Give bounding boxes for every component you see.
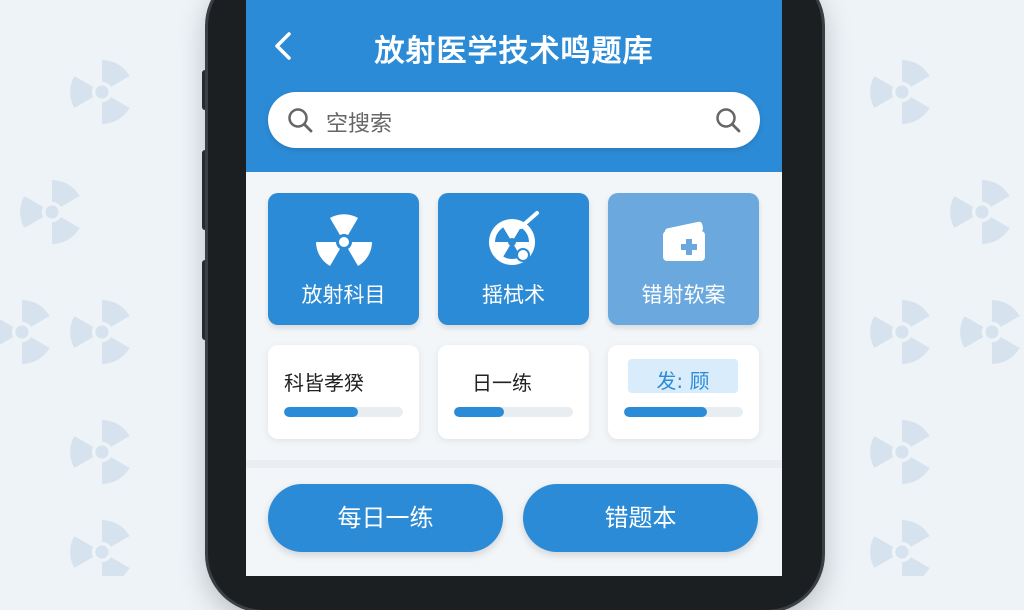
radiation-pattern-icon [70,420,134,484]
tile-technique[interactable]: 揺栻术 [438,193,589,325]
wrong-questions-button[interactable]: 错题本 [523,484,758,552]
tile-label: 错射软案 [641,283,726,307]
search-placeholder: 空搜索 [326,112,393,137]
daily-practice-button[interactable]: 每日一练 [268,484,503,552]
category-grid: 放射科目 揺栻术 错射软案 [268,193,760,327]
progress-card[interactable]: 发: 顾 [608,345,759,439]
scan-icon [489,211,539,265]
medical-card-icon [663,221,705,261]
radiation-pattern-icon [70,520,134,576]
radiation-pattern-icon [870,520,934,576]
progress-card[interactable]: 日一练 [438,345,589,439]
app-header: 放射医学技术鸣题库 空搜索 [246,0,782,172]
tile-case-records[interactable]: 错射软案 [608,193,759,325]
progress-track [454,407,573,417]
page-title: 放射医学技术鸣题库 [374,34,654,69]
progress-label: 发: 顾 [656,369,710,393]
radiation-pattern-icon [870,420,934,484]
app-screen: 放射医学技术鸣题库 空搜索 放射科目 揺栻术 错射软案 科皆孝猤 日一练 发: … [246,0,782,576]
progress-label: 科皆孝猤 [284,371,364,395]
radiation-pattern-icon [870,300,934,364]
radiation-pattern-icon [870,60,934,124]
progress-fill [284,407,358,417]
search-icon [288,108,313,133]
search-submit-icon[interactable] [714,106,742,134]
progress-fill [454,407,504,417]
tile-radiation-subjects[interactable]: 放射科目 [268,193,419,325]
progress-label: 日一练 [472,371,532,395]
radiation-pattern-icon [20,180,84,244]
search-bar[interactable]: 空搜索 [268,92,760,148]
radiation-icon [316,214,372,266]
radiation-pattern-icon [0,300,54,364]
review-badge: 发: 顾 [628,359,738,393]
radiation-pattern-icon [960,300,1024,364]
radiation-pattern-icon [70,60,134,124]
progress-row: 科皆孝猤 日一练 发: 顾 [268,345,760,441]
tile-label: 揺栻术 [482,283,545,307]
tile-label: 放射科目 [301,283,386,307]
radiation-pattern-icon [70,300,134,364]
progress-fill [624,407,708,417]
radiation-pattern-icon [950,180,1014,244]
progress-track [624,407,743,417]
progress-track [284,407,403,417]
divider [246,460,782,468]
progress-card[interactable]: 科皆孝猤 [268,345,419,439]
